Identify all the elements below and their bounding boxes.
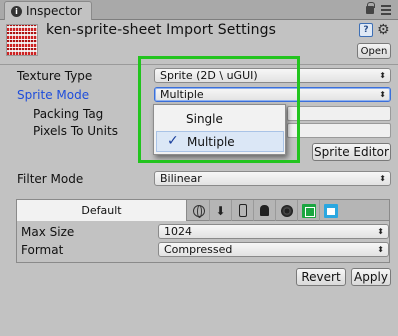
sprite-editor-button[interactable]: Sprite Editor xyxy=(312,143,391,161)
sprite-mode-label: Sprite Mode xyxy=(17,88,90,102)
tab-web[interactable] xyxy=(188,200,210,221)
filter-mode-dropdown[interactable]: Bilinear ⬍ xyxy=(154,171,391,186)
revert-button[interactable]: Revert xyxy=(296,268,346,286)
platform-settings-panel: Default ⬇ Max Size 1024 ⬍ Format Compres… xyxy=(16,199,390,263)
gear-icon[interactable]: ⚙ xyxy=(377,22,390,38)
download-icon: ⬇ xyxy=(215,203,226,218)
open-button[interactable]: Open xyxy=(357,43,391,59)
tab-android[interactable] xyxy=(254,200,276,221)
tab-default[interactable]: Default xyxy=(17,200,187,221)
blackberry-icon xyxy=(280,204,293,217)
format-label: Format xyxy=(21,243,64,257)
packing-tag-label: Packing Tag xyxy=(33,107,104,121)
info-icon: i xyxy=(11,5,22,17)
android-icon xyxy=(260,205,269,216)
dropdown-arrow-icon: ⬍ xyxy=(379,174,386,183)
highlight-box xyxy=(138,56,300,163)
max-size-dropdown[interactable]: 1024 ⬍ xyxy=(158,224,389,239)
texture-thumbnail xyxy=(6,24,38,56)
inspector-tab-strip: i Inspector xyxy=(0,0,398,20)
dropdown-arrow-icon: ⬍ xyxy=(379,90,386,99)
max-size-label: Max Size xyxy=(21,225,75,239)
format-value: Compressed xyxy=(164,243,233,256)
windows-store-icon xyxy=(324,203,338,218)
windows-phone-icon xyxy=(301,203,316,218)
help-icon[interactable]: ? xyxy=(359,23,373,37)
lock-icon[interactable] xyxy=(366,2,375,14)
packing-tag-field[interactable] xyxy=(287,106,391,121)
format-dropdown[interactable]: Compressed ⬍ xyxy=(158,242,389,257)
tab-standalone[interactable]: ⬇ xyxy=(210,200,232,221)
texture-type-label: Texture Type xyxy=(17,69,93,83)
tab-windows-phone[interactable] xyxy=(298,200,320,221)
filter-mode-label: Filter Mode xyxy=(17,172,84,186)
max-size-value: 1024 xyxy=(164,225,192,238)
dropdown-arrow-icon: ⬍ xyxy=(379,71,386,80)
filter-mode-value: Bilinear xyxy=(160,172,202,185)
pixels-to-units-label: Pixels To Units xyxy=(33,124,118,138)
tab-ios[interactable] xyxy=(232,200,254,221)
phone-icon xyxy=(238,204,247,217)
tab-windows-store[interactable] xyxy=(320,200,342,221)
tab-inspector-label: Inspector xyxy=(26,4,82,18)
menu-icon[interactable] xyxy=(381,5,391,15)
apply-button[interactable]: Apply xyxy=(351,268,391,286)
dropdown-arrow-icon: ⬍ xyxy=(377,245,384,254)
page-title: ken-sprite-sheet Import Settings xyxy=(46,22,276,38)
dropdown-arrow-icon: ⬍ xyxy=(377,227,384,236)
web-icon xyxy=(192,204,205,218)
tab-blackberry[interactable] xyxy=(276,200,298,221)
platform-tab-bar: Default ⬇ xyxy=(17,200,389,221)
pixels-to-units-field[interactable] xyxy=(287,123,391,138)
tab-inspector[interactable]: i Inspector xyxy=(4,1,92,20)
